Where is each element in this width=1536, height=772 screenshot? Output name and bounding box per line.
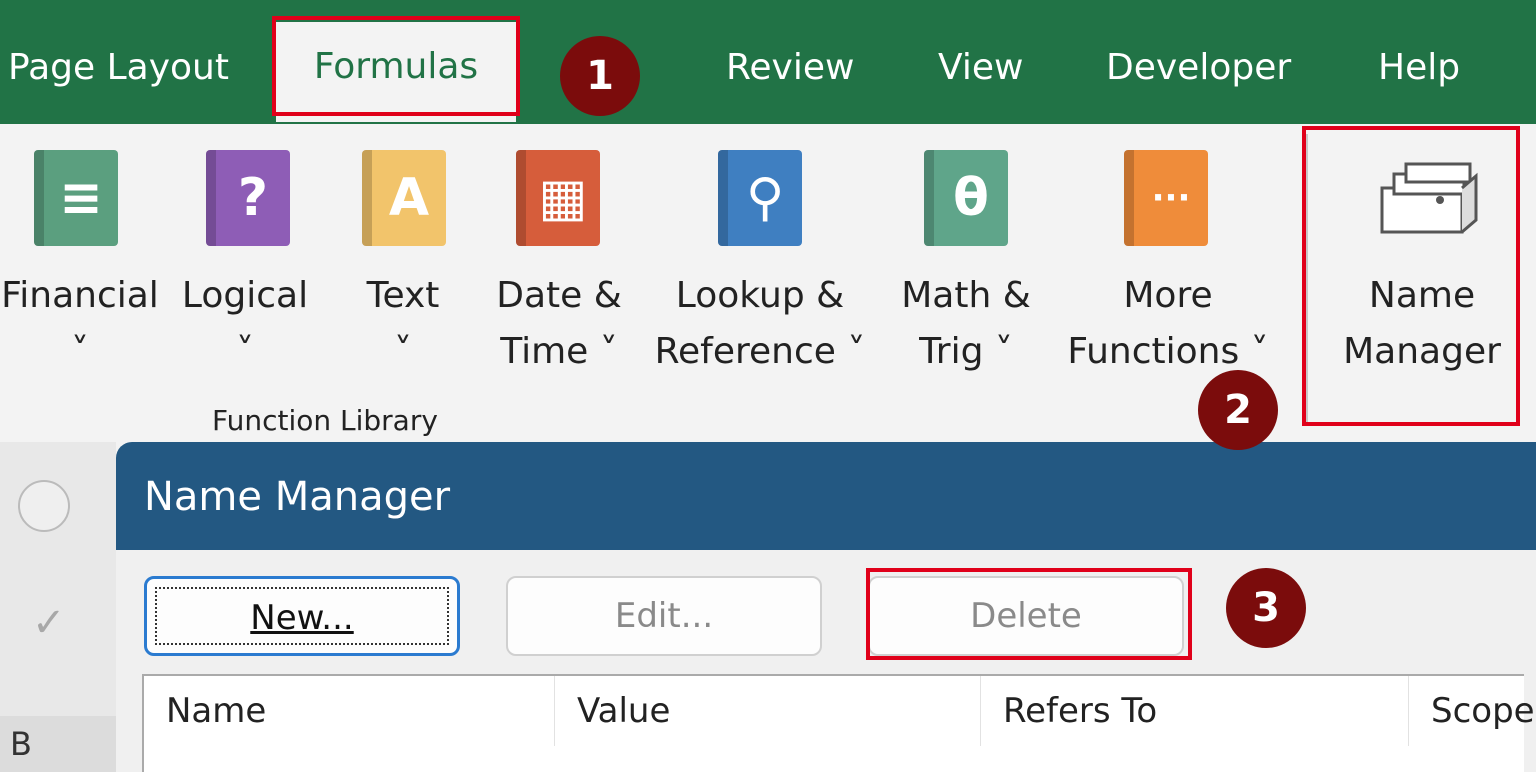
math-trig-label: Math & Trig ˅ xyxy=(901,275,1031,372)
more-functions-label: More Functions ˅ xyxy=(1067,275,1269,372)
column-header-refers-to[interactable]: Refers To xyxy=(980,676,1408,746)
dialog-body: New... Edit... Delete Name Value Refers … xyxy=(116,550,1536,772)
column-header-b[interactable]: B xyxy=(0,716,116,772)
edit-button[interactable]: Edit... xyxy=(506,576,822,656)
edit-button-label: Edit... xyxy=(614,596,714,636)
ribbon-tab-bar: Page Layout Formulas Review View Develop… xyxy=(0,0,1536,124)
highlight-delete-button xyxy=(866,568,1192,660)
step-badge-2: 2 xyxy=(1198,370,1278,450)
column-header-value[interactable]: Value xyxy=(554,676,980,746)
column-header-scope[interactable]: Scope xyxy=(1408,676,1535,746)
lookup-reference-button[interactable]: ⚲ Lookup & Reference ˅ xyxy=(640,124,880,424)
theta-book-icon: θ xyxy=(924,150,1008,246)
calendar-book-icon: ▦ xyxy=(516,150,600,246)
date-time-button[interactable]: ▦ Date & Time ˅ xyxy=(484,124,634,424)
highlight-name-manager xyxy=(1302,126,1520,426)
financial-label: Financial ˅ xyxy=(1,275,159,372)
text-book-icon: A xyxy=(362,150,446,246)
highlight-formulas-tab xyxy=(272,16,520,116)
financial-button[interactable]: ≡ Financial ˅ xyxy=(0,124,160,424)
names-list[interactable]: Name Value Refers To Scope xyxy=(142,674,1535,772)
tab-page-layout[interactable]: Page Layout xyxy=(8,38,229,98)
column-header-name[interactable]: Name xyxy=(144,676,554,746)
lookup-reference-label: Lookup & Reference ˅ xyxy=(654,275,866,372)
new-button[interactable]: New... xyxy=(144,576,460,656)
dialog-title: Name Manager xyxy=(116,442,1536,550)
tab-help[interactable]: Help xyxy=(1378,38,1460,98)
math-trig-button[interactable]: θ Math & Trig ˅ xyxy=(886,124,1046,424)
logical-button[interactable]: ? Logical ˅ xyxy=(170,124,320,424)
tab-view[interactable]: View xyxy=(938,38,1023,98)
question-book-icon: ? xyxy=(206,150,290,246)
step-badge-1: 1 xyxy=(560,36,640,116)
step-badge-3: 3 xyxy=(1226,568,1306,648)
function-library-group-label: Function Library xyxy=(212,404,438,437)
date-time-label: Date & Time ˅ xyxy=(496,275,622,372)
coins-book-icon: ≡ xyxy=(34,150,118,246)
check-icon: ✓ xyxy=(32,600,66,646)
text-label: Text ˅ xyxy=(366,275,440,372)
new-button-label: New... xyxy=(250,598,354,638)
tab-developer[interactable]: Developer xyxy=(1106,38,1291,98)
logical-label: Logical ˅ xyxy=(181,275,309,372)
magnifier-book-icon: ⚲ xyxy=(718,150,802,246)
sheet-select-circle xyxy=(18,480,70,532)
more-book-icon: ··· xyxy=(1124,150,1208,246)
text-button[interactable]: A Text ˅ xyxy=(340,124,466,424)
tab-review[interactable]: Review xyxy=(726,38,854,98)
name-manager-dialog: Name Manager New... Edit... Delete Name … xyxy=(116,442,1536,772)
